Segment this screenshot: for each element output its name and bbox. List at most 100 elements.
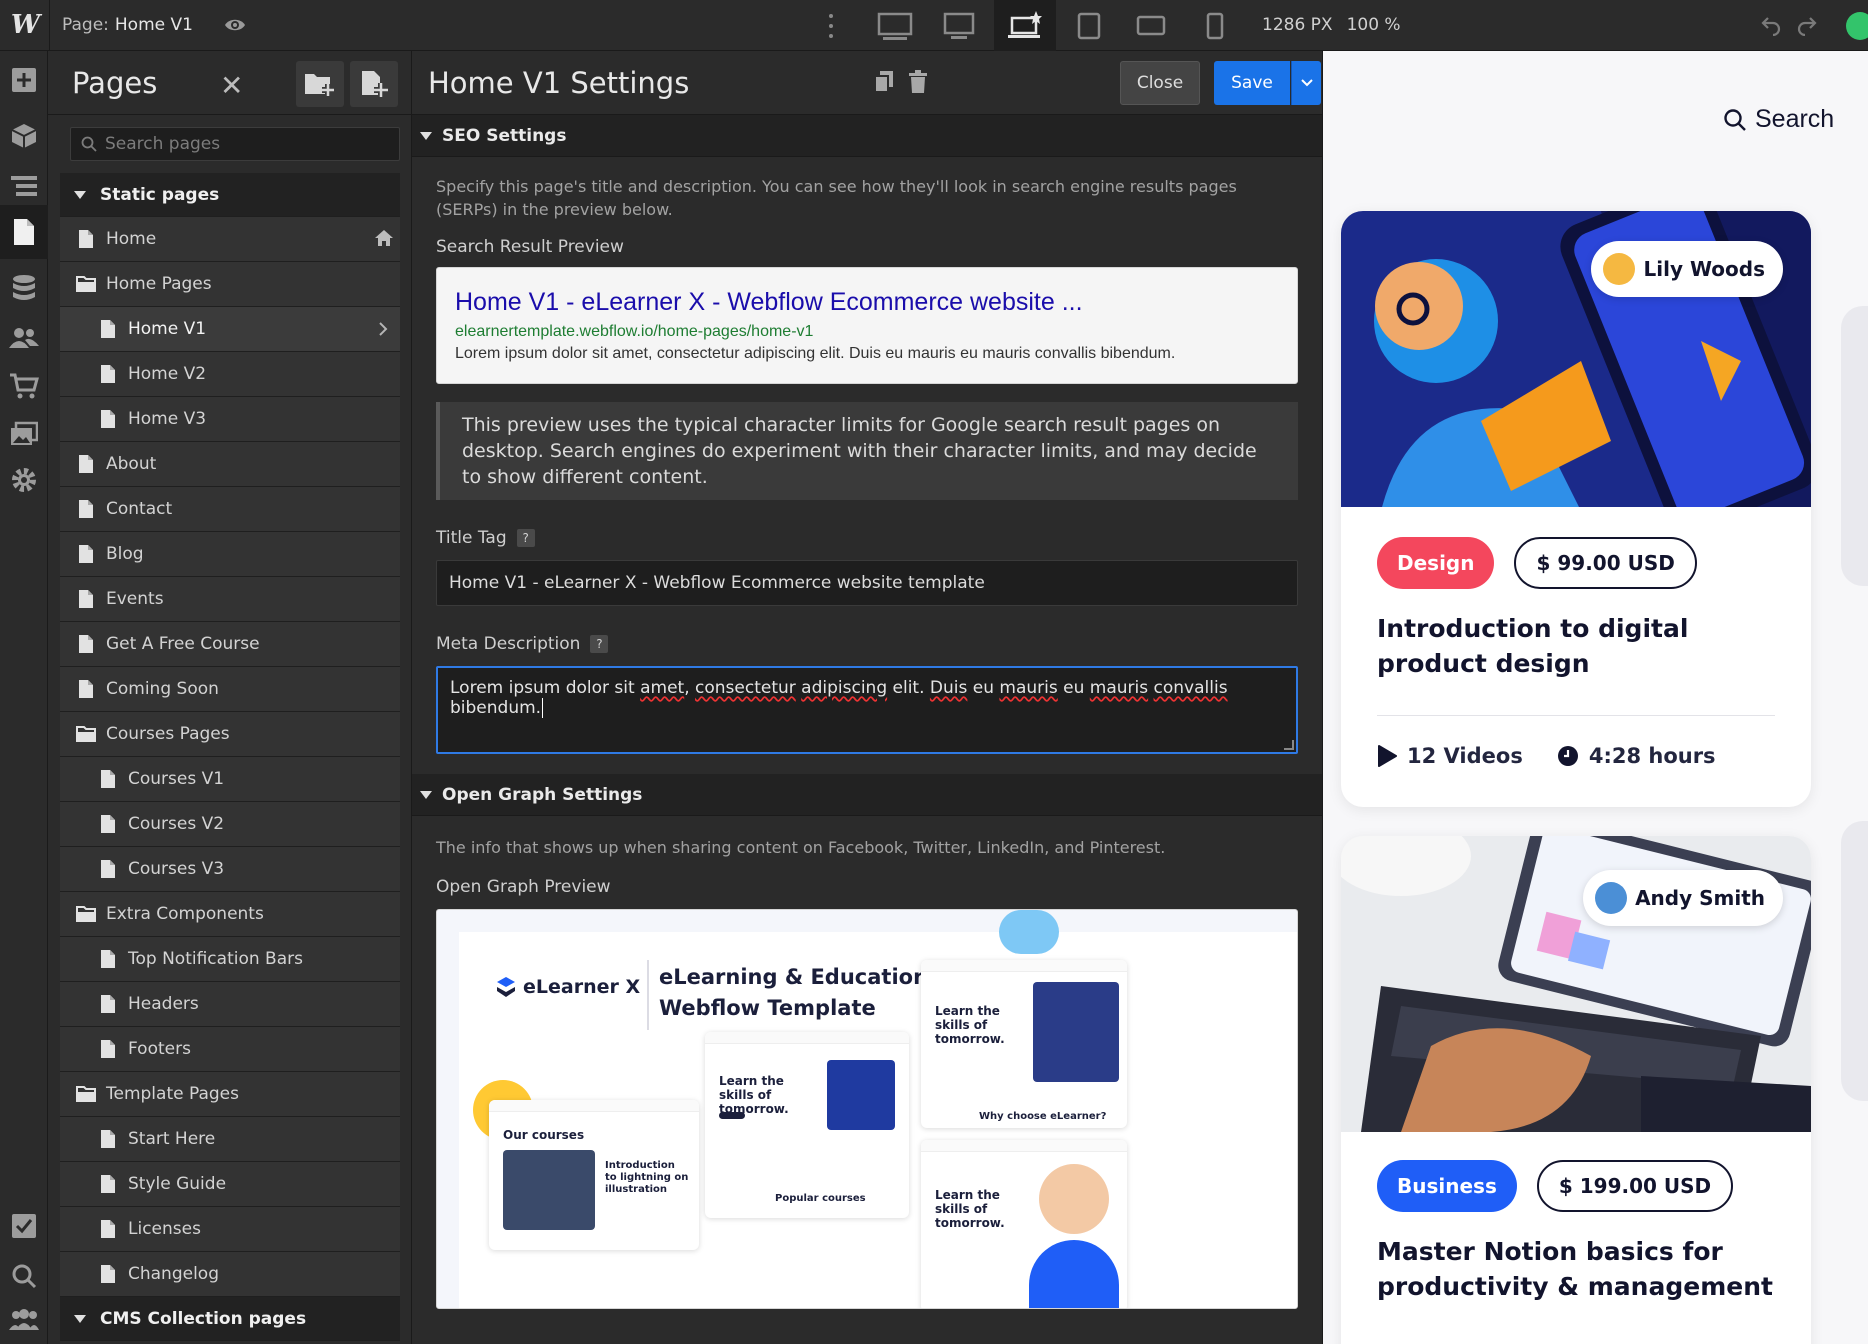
save-options-dropdown[interactable]: [1291, 61, 1321, 105]
delete-page-icon[interactable]: [908, 70, 928, 94]
page-icon: [76, 544, 96, 564]
help-icon[interactable]: ?: [516, 529, 535, 547]
page-item[interactable]: Style Guide: [60, 1162, 400, 1207]
course-title[interactable]: Introduction to digital product design: [1341, 589, 1811, 681]
help-icon[interactable]: ?: [590, 635, 609, 653]
close-pages-icon[interactable]: ✕: [220, 69, 243, 102]
pages-icon[interactable]: [0, 205, 48, 259]
title-tag-input[interactable]: Home V1 - eLearner X - Webflow Ecommerce…: [436, 560, 1298, 606]
mini-nav: [921, 1140, 1127, 1152]
folder-icon: [76, 274, 96, 294]
author-name: Andy Smith: [1635, 886, 1765, 910]
settings-header: Home V1 Settings Close Save: [412, 51, 1322, 115]
page-item[interactable]: Events: [60, 577, 400, 622]
close-button[interactable]: Close: [1120, 61, 1200, 105]
resize-handle-icon[interactable]: [1284, 740, 1294, 750]
cms-database-icon[interactable]: [0, 263, 48, 313]
canvas-size-readout: 1286 PX 100 %: [1262, 15, 1415, 35]
course-title[interactable]: Master Notion basics for productivity & …: [1341, 1212, 1811, 1304]
settings-title: Home V1 Settings: [428, 65, 690, 100]
page-folder[interactable]: Courses Pages: [60, 712, 400, 757]
breakpoint-mobile-landscape-icon[interactable]: [1120, 0, 1182, 51]
page-item[interactable]: Home: [60, 217, 400, 262]
ecommerce-cart-icon[interactable]: [0, 361, 48, 411]
breakpoint-mobile-portrait-icon[interactable]: [1184, 0, 1246, 51]
page-label: About: [106, 454, 157, 474]
folder-icon: [76, 1084, 96, 1104]
hours-label: 4:28 hours: [1588, 744, 1716, 768]
preview-eye-icon[interactable]: [223, 13, 247, 37]
new-page-button[interactable]: [350, 61, 398, 107]
designer-canvas: Search Lily Woods Design $ 99.00 USD Int…: [1323, 51, 1868, 1344]
breakpoint-1440-icon[interactable]: [928, 0, 990, 51]
page-label: Footers: [128, 1039, 191, 1059]
page-label: Courses V1: [128, 769, 225, 789]
page-item[interactable]: Courses V1: [60, 757, 400, 802]
breakpoint-tablet-icon[interactable]: [1058, 0, 1120, 51]
meta-description-label: Meta Description?: [436, 634, 1298, 654]
more-menu-icon[interactable]: [828, 14, 834, 38]
page-item[interactable]: Coming Soon: [60, 667, 400, 712]
cms-pages-section[interactable]: CMS Collection pages: [60, 1297, 400, 1341]
static-pages-section[interactable]: Static pages: [60, 173, 400, 217]
search-pages-input[interactable]: Search pages: [70, 127, 400, 161]
symbols-cube-icon[interactable]: [0, 111, 48, 161]
page-folder[interactable]: Home Pages: [60, 262, 400, 307]
page-icon: [98, 1264, 118, 1284]
page-item[interactable]: Licenses: [60, 1207, 400, 1252]
mini-page-home-v3: Learn the skills of tomorrow.: [921, 1140, 1127, 1308]
page-item[interactable]: Get A Free Course: [60, 622, 400, 667]
page-icon: [76, 499, 96, 519]
page-label: Home V1: [128, 319, 207, 339]
course-image: Lily Woods: [1341, 211, 1811, 507]
page-item[interactable]: Top Notification Bars: [60, 937, 400, 982]
breakpoint-1920-icon[interactable]: [864, 0, 926, 51]
page-folder[interactable]: Extra Components: [60, 892, 400, 937]
page-item[interactable]: Start Here: [60, 1117, 400, 1162]
serp-preview-label: Search Result Preview: [436, 237, 624, 257]
page-item[interactable]: Changelog: [60, 1252, 400, 1297]
seo-settings-header[interactable]: SEO Settings: [412, 115, 1322, 157]
navigator-icon[interactable]: [0, 161, 48, 211]
page-label: Home: [106, 229, 157, 249]
page-icon: [98, 409, 118, 429]
page-item[interactable]: About: [60, 442, 400, 487]
meta-description-textarea[interactable]: Lorem ipsum dolor sit amet, consectetur …: [436, 666, 1298, 754]
breakpoint-desktop-icon[interactable]: [994, 0, 1056, 51]
assets-images-icon[interactable]: [0, 409, 48, 459]
chevron-right-icon[interactable]: [378, 318, 388, 342]
course-card[interactable]: Andy Smith Business $ 199.00 USD Master …: [1341, 836, 1811, 1344]
site-search-link[interactable]: Search: [1723, 105, 1834, 134]
page-item[interactable]: Blog: [60, 532, 400, 577]
search-icon[interactable]: [0, 1251, 48, 1301]
page-item[interactable]: Headers: [60, 982, 400, 1027]
page-item[interactable]: Courses V2: [60, 802, 400, 847]
brand-logo-icon: [497, 977, 515, 997]
collaborators-icon[interactable]: [0, 1295, 48, 1344]
category-tag[interactable]: Business: [1377, 1160, 1517, 1212]
new-folder-button[interactable]: [296, 61, 344, 107]
duplicate-page-icon[interactable]: [874, 70, 894, 94]
page-label: Changelog: [128, 1264, 220, 1284]
page-item[interactable]: Home V3: [60, 397, 400, 442]
save-button[interactable]: Save: [1214, 61, 1290, 105]
page-item[interactable]: Home V2: [60, 352, 400, 397]
publish-status-icon[interactable]: [1846, 12, 1868, 40]
settings-gear-icon[interactable]: [0, 455, 48, 505]
audit-checkbox-icon[interactable]: [0, 1201, 48, 1251]
page-folder[interactable]: Template Pages: [60, 1072, 400, 1117]
misspelled-word: adipiscing: [801, 678, 888, 698]
add-elements-icon[interactable]: [0, 55, 48, 105]
category-tag[interactable]: Design: [1377, 537, 1495, 589]
page-item[interactable]: Contact: [60, 487, 400, 532]
open-graph-settings-header[interactable]: Open Graph Settings: [412, 774, 1322, 816]
page-item[interactable]: Home V1: [60, 307, 400, 352]
pages-panel: Pages ✕ Search pages Static pages Home Ho…: [48, 51, 412, 1344]
redo-icon[interactable]: [1796, 14, 1818, 36]
users-icon[interactable]: [0, 313, 48, 363]
page-item[interactable]: Footers: [60, 1027, 400, 1072]
webflow-logo[interactable]: W: [0, 0, 50, 51]
course-card[interactable]: Lily Woods Design $ 99.00 USD Introducti…: [1341, 211, 1811, 807]
undo-icon[interactable]: [1760, 14, 1782, 36]
page-item[interactable]: Courses V3: [60, 847, 400, 892]
